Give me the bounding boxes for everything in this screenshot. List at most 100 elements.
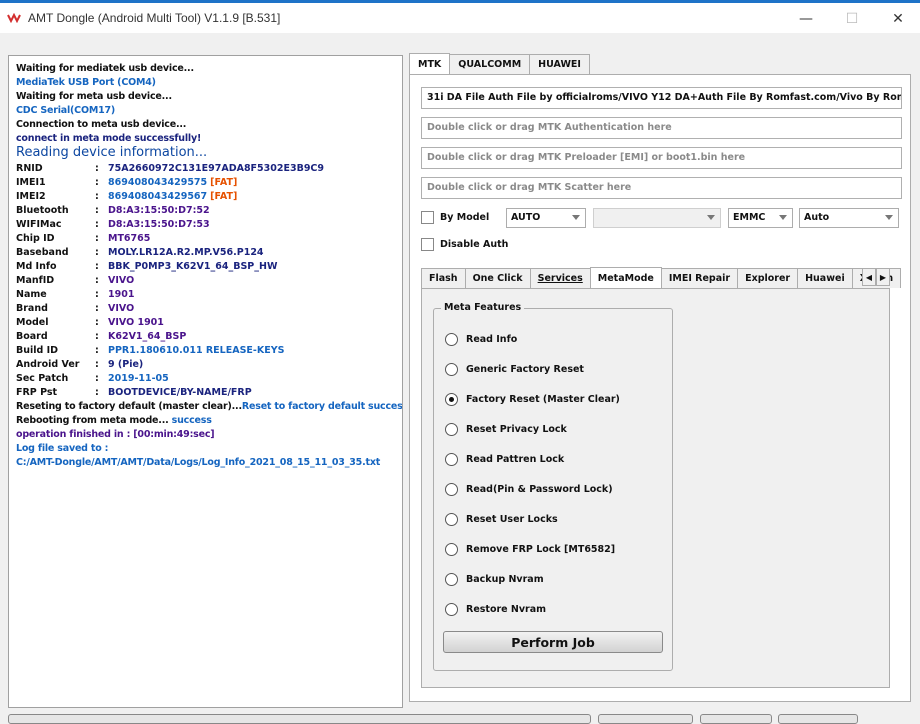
meta-option-restore-nvram[interactable]: Restore Nvram — [445, 601, 546, 617]
info-key: Model — [16, 317, 49, 328]
info-value-text: VIVO — [108, 303, 135, 314]
model-select[interactable]: AUTO — [506, 208, 586, 228]
radio-button[interactable] — [445, 452, 458, 466]
info-key: IMEI1 — [16, 177, 46, 188]
minimize-button[interactable]: — — [784, 7, 828, 31]
mtk-preloader-field[interactable]: Double click or drag MTK Preloader [EMI]… — [421, 147, 902, 169]
status-button[interactable] — [598, 714, 693, 724]
progress-bar — [8, 714, 591, 724]
by-model-checkbox[interactable] — [421, 211, 434, 224]
status-button[interactable] — [700, 714, 772, 724]
tab-mtk[interactable]: MTK — [409, 53, 451, 74]
status-button[interactable] — [778, 714, 858, 724]
tab-imei-repair[interactable]: IMEI Repair — [660, 268, 739, 288]
app-logo-icon — [7, 13, 21, 23]
meta-option-reset-privacy-lock[interactable]: Reset Privacy Lock — [445, 421, 567, 437]
tab-scroll: ◀ ▶ — [862, 268, 890, 286]
radio-label: Backup Nvram — [466, 573, 544, 585]
log-line: Log file saved to : — [16, 443, 109, 454]
info-value-text: D8:A3:15:50:D7:52 — [108, 205, 210, 216]
info-colon: : — [95, 345, 99, 356]
tab-one-click[interactable]: One Click — [464, 268, 531, 288]
chevron-down-icon — [779, 215, 787, 220]
info-value-text: PPR1.180610.011 RELEASE-KEYS — [108, 345, 285, 356]
log-line: Waiting for meta usb device... — [16, 91, 172, 102]
info-value: 2019-11-05 — [108, 373, 169, 384]
log-line: CDC Serial(COM17) — [16, 105, 116, 116]
tab-qualcomm[interactable]: QUALCOMM — [449, 54, 531, 74]
info-value-text: 869408043429575 — [108, 177, 208, 188]
mtk-scatter-field[interactable]: Double click or drag MTK Scatter here — [421, 177, 902, 199]
storage-select-value: EMMC — [733, 212, 766, 223]
info-key: Board — [16, 331, 48, 342]
radio-button[interactable] — [445, 512, 458, 526]
meta-option-reset-user-locks[interactable]: Reset User Locks — [445, 511, 558, 527]
meta-option-read-info[interactable]: Read Info — [445, 331, 517, 347]
radio-label: Generic Factory Reset — [466, 363, 584, 375]
radio-button[interactable] — [445, 362, 458, 376]
perform-job-button[interactable]: Perform Job — [443, 631, 663, 653]
info-colon: : — [95, 303, 99, 314]
info-value: BBK_P0MP3_K62V1_64_BSP_HW — [108, 261, 277, 272]
info-colon: : — [95, 261, 99, 272]
info-colon: : — [95, 163, 99, 174]
info-value-text: 2019-11-05 — [108, 373, 169, 384]
info-key: FRP Pst — [16, 387, 58, 398]
info-value: 75A2660972C131E97ADA8F5302E3B9C9 — [108, 163, 324, 174]
auth-file-field[interactable]: 31i DA File Auth File by officialroms/VI… — [421, 87, 902, 109]
tab-flash[interactable]: Flash — [421, 268, 466, 288]
meta-option-generic-factory-reset[interactable]: Generic Factory Reset — [445, 361, 584, 377]
mtk-auth-field[interactable]: Double click or drag MTK Authentication … — [421, 117, 902, 139]
mode-select[interactable]: Auto — [799, 208, 899, 228]
radio-label: Remove FRP Lock [MT6582] — [466, 543, 616, 555]
radio-button[interactable] — [445, 542, 458, 556]
metamode-panel: Meta Features Read Info Generic Factory R… — [421, 288, 890, 688]
info-colon: : — [95, 219, 99, 230]
radio-button[interactable] — [445, 332, 458, 346]
meta-option-read-pin-password-lock[interactable]: Read(Pin & Password Lock) — [445, 481, 613, 497]
radio-label: Read Info — [466, 333, 518, 345]
info-colon: : — [95, 191, 99, 202]
meta-option-remove-frp-lock-mt6582[interactable]: Remove FRP Lock [MT6582] — [445, 541, 615, 557]
log-output-panel[interactable]: Waiting for mediatek usb device... Media… — [8, 55, 403, 708]
radio-button[interactable] — [445, 392, 458, 406]
tab-services[interactable]: Services — [529, 268, 591, 288]
tab-huawei-inner[interactable]: Huawei — [797, 268, 853, 288]
info-colon: : — [95, 373, 99, 384]
tab-scroll-right-icon[interactable]: ▶ — [876, 268, 890, 286]
mode-select-value: Auto — [804, 212, 830, 223]
meta-option-read-pattren-lock[interactable]: Read Pattren Lock — [445, 451, 564, 467]
radio-label: Read Pattren Lock — [466, 453, 565, 465]
info-key: Chip ID — [16, 233, 55, 244]
title-bar: AMT Dongle (Android Multi Tool) V1.1.9 [… — [0, 3, 920, 33]
tab-explorer[interactable]: Explorer — [737, 268, 799, 288]
tab-huawei[interactable]: HUAWEI — [529, 54, 590, 74]
radio-button[interactable] — [445, 572, 458, 586]
info-value: 9 (Pie) — [108, 359, 143, 370]
radio-button[interactable] — [445, 602, 458, 616]
info-value: VIVO — [108, 275, 134, 286]
info-colon: : — [95, 247, 99, 258]
meta-option-factory-reset-master-clear[interactable]: Factory Reset (Master Clear) — [445, 391, 620, 407]
tab-scroll-left-icon[interactable]: ◀ — [862, 268, 876, 286]
info-key: WIFIMac — [16, 219, 62, 230]
close-button[interactable]: ✕ — [876, 7, 920, 31]
info-colon: : — [95, 177, 99, 188]
tab-metamode[interactable]: MetaMode — [589, 267, 662, 288]
info-value-text: BOOTDEVICE/BY-NAME/FRP — [108, 387, 252, 398]
info-value-text: MT6765 — [108, 233, 151, 244]
device-select[interactable] — [593, 208, 721, 228]
maximize-button[interactable]: ☐ — [830, 7, 874, 31]
disable-auth-checkbox[interactable] — [421, 238, 434, 251]
meta-option-backup-nvram[interactable]: Backup Nvram — [445, 571, 544, 587]
chevron-down-icon — [707, 215, 715, 220]
meta-features-title: Meta Features — [441, 302, 525, 313]
info-key: Android Ver — [16, 359, 80, 370]
storage-select[interactable]: EMMC — [728, 208, 793, 228]
info-key: IMEI2 — [16, 191, 46, 202]
by-model-label: By Model — [440, 212, 490, 223]
radio-button[interactable] — [445, 422, 458, 436]
reboot-result: success — [171, 415, 212, 426]
info-value-text: 9 (Pie) — [108, 359, 144, 370]
radio-button[interactable] — [445, 482, 458, 496]
